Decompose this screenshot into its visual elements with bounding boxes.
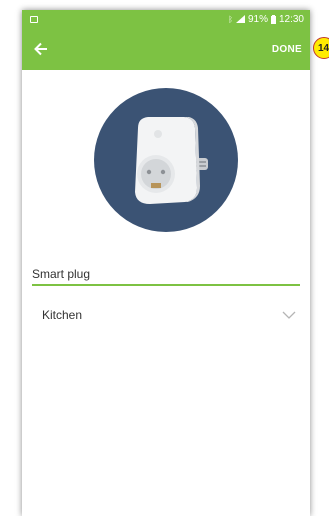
app-bar: DONE [22,28,310,70]
bluetooth-icon: ᛒ [228,14,233,24]
battery-icon [270,14,276,24]
notification-icon [30,15,38,23]
status-right: ᛒ 91% 12:30 [228,14,304,25]
status-bar: ᛒ 91% 12:30 [22,10,310,28]
room-dropdown[interactable]: Kitchen [32,300,300,330]
device-avatar[interactable] [94,88,238,232]
device-image-container [22,88,310,232]
status-time: 12:30 [278,13,304,25]
back-button[interactable] [34,37,58,61]
smart-plug-image [135,117,208,204]
done-button[interactable]: DONE [272,44,302,55]
phone-screen: ᛒ 91% 12:30 DONE Smart plug Kitchen [22,10,310,516]
battery-percent: 91% [247,13,268,25]
step-annotation-badge: 14 [313,37,329,59]
device-name-input[interactable] [32,267,300,284]
device-name-field[interactable] [32,262,300,286]
chevron-down-icon [282,311,296,319]
back-arrow-icon [34,42,47,56]
status-left [30,15,38,23]
room-selected-value: Kitchen [42,308,83,322]
signal-icon [235,15,245,23]
